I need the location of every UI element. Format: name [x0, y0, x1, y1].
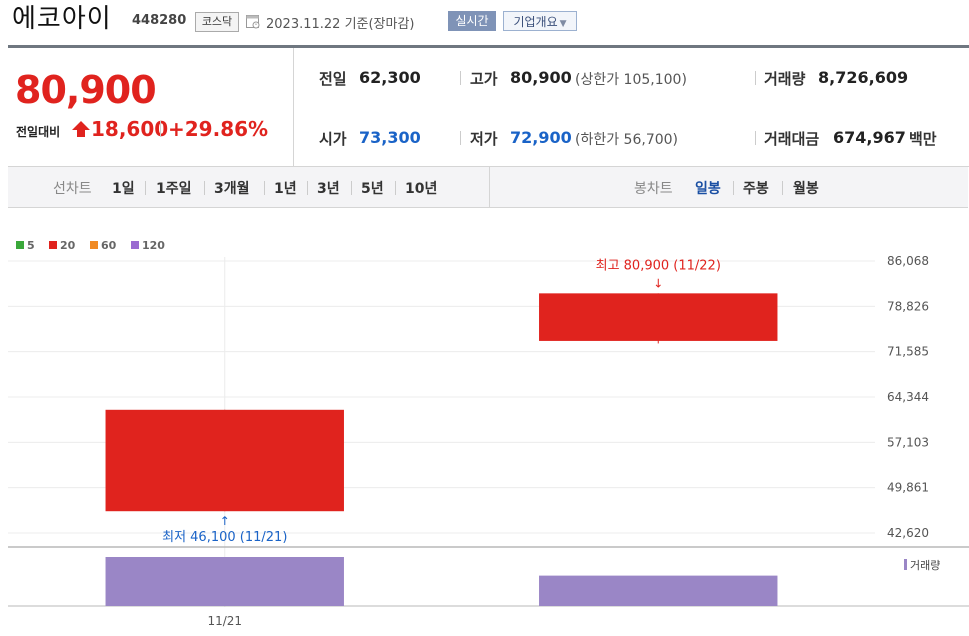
legend-label: 5 — [27, 239, 35, 252]
volume-bar — [539, 575, 778, 606]
period-1y[interactable]: 1년 — [274, 178, 297, 198]
line-chart-title: 선차트 — [53, 181, 92, 197]
period-1w[interactable]: 1주일 — [156, 178, 192, 198]
stock-name: 에코아이 — [12, 4, 112, 34]
volume-value: 8,726,609 — [818, 68, 909, 87]
panel-divider — [293, 48, 294, 166]
current-price: 80,900 — [15, 68, 157, 112]
period-sep — [145, 181, 146, 195]
realtime-button[interactable]: 실시간 — [448, 11, 496, 31]
high-annotation: 최고 80,900 (11/22) — [596, 258, 721, 273]
stock-code: 448280 — [132, 13, 187, 28]
up-arrow-icon — [71, 120, 91, 138]
calendar-icon — [246, 13, 260, 29]
period-divider — [489, 167, 490, 207]
legend-label: 60 — [101, 239, 117, 252]
volume-label: 거래량 — [764, 70, 806, 88]
y-tick-label: 42,620 — [887, 526, 929, 540]
legend-label: 120 — [142, 239, 165, 252]
legend-swatch — [16, 241, 24, 249]
upper-limit: (상한가 105,100) — [575, 72, 687, 88]
y-tick-label: 49,861 — [887, 481, 929, 495]
open-value: 73,300 — [359, 128, 421, 147]
period-5y[interactable]: 5년 — [361, 178, 384, 198]
chevron-down-icon: ▼ — [559, 19, 567, 29]
candle-chart-title: 봉차트 — [634, 181, 673, 197]
period-sep — [264, 181, 265, 195]
prev-close-value: 62,300 — [359, 68, 421, 87]
company-overview-label: 기업개요 — [513, 15, 558, 29]
candle-daily[interactable]: 일봉 — [695, 178, 721, 198]
trade-amount-label: 거래대금 — [764, 130, 820, 148]
volume-legend-label: 거래량 — [910, 559, 940, 572]
y-tick-label: 57,103 — [887, 435, 929, 449]
prev-close-label: 전일 — [319, 70, 347, 88]
legend-swatch — [131, 241, 139, 249]
low-label: 저가 — [470, 130, 498, 148]
x-tick-label: 11/21 — [207, 614, 242, 628]
change-label: 전일대비 — [16, 125, 61, 139]
change-amount: 18,600 — [91, 117, 169, 141]
y-tick-label: 64,344 — [887, 390, 929, 404]
change-rate: +29.86% — [168, 117, 269, 141]
low-value: 72,900 — [510, 128, 572, 147]
volume-legend-swatch — [904, 559, 907, 570]
candle-monthly[interactable]: 월봉 — [793, 178, 819, 198]
high-arrow-icon: ↓ — [653, 276, 663, 290]
legend-swatch — [49, 241, 57, 249]
period-sep — [351, 181, 352, 195]
legend-label: 20 — [60, 239, 76, 252]
candle-weekly[interactable]: 주봉 — [743, 178, 769, 198]
low-arrow-icon: ↑ — [220, 514, 230, 528]
stat-divider — [755, 71, 756, 85]
volume-bar — [105, 557, 344, 606]
period-sep — [782, 181, 783, 195]
change-divider — [160, 121, 161, 137]
high-label: 고가 — [470, 70, 498, 88]
market-badge: 코스닥 — [195, 12, 239, 32]
trade-amount-value: 674,967 — [833, 128, 906, 147]
period-sep — [733, 181, 734, 195]
period-sep — [204, 181, 205, 195]
period-sep — [395, 181, 396, 195]
open-label: 시가 — [319, 130, 347, 148]
legend-swatch — [90, 241, 98, 249]
high-value: 80,900 — [510, 68, 572, 87]
period-3m[interactable]: 3개월 — [214, 178, 250, 198]
y-tick-label: 86,068 — [887, 254, 929, 268]
stat-divider — [460, 71, 461, 85]
y-tick-label: 78,826 — [887, 299, 929, 313]
period-bar — [8, 167, 968, 208]
trade-amount-unit: 백만 — [909, 130, 937, 148]
company-overview-button[interactable]: 기업개요 ▼ — [503, 11, 577, 31]
period-1d[interactable]: 1일 — [112, 178, 135, 198]
low-annotation: 최저 46,100 (11/21) — [162, 530, 287, 545]
stat-divider — [755, 131, 756, 145]
period-10y[interactable]: 10년 — [405, 178, 437, 198]
price-chart: 5 20 60 120 86,068 78,826 71,585 64,344 57,103 49… — [8, 239, 969, 628]
lower-limit: (하한가 56,700) — [575, 132, 679, 148]
candle-body — [105, 409, 344, 512]
base-date: 2023.11.22 기준(장마감) — [266, 17, 415, 32]
stat-divider — [460, 131, 461, 145]
y-tick-label: 71,585 — [887, 345, 929, 359]
candle-body — [539, 293, 778, 341]
period-sep — [307, 181, 308, 195]
period-3y[interactable]: 3년 — [317, 178, 340, 198]
